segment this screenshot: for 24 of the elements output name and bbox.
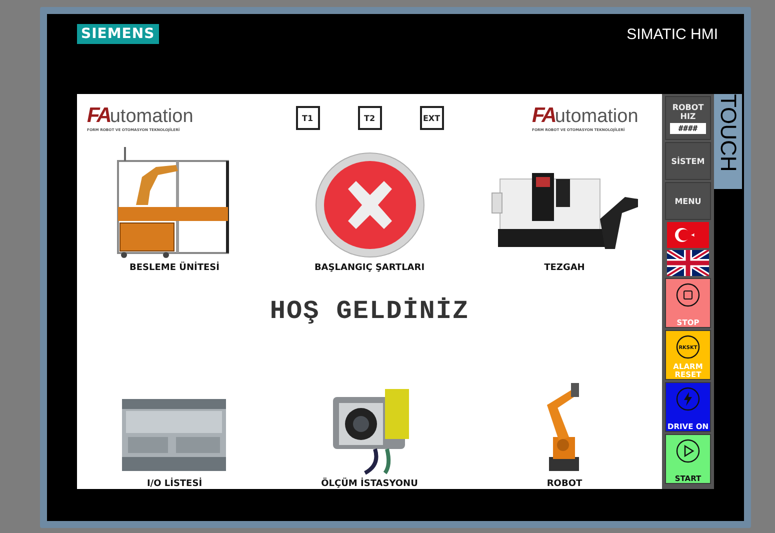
- tile-label[interactable]: ÖLÇÜM İSTASYONU: [321, 479, 418, 489]
- speed-label: ROBOT HIZ: [671, 102, 705, 120]
- play-icon: [676, 439, 700, 463]
- stop-icon: [676, 283, 700, 307]
- brand-logo: SIEMENS: [77, 24, 159, 44]
- mode-button[interactable]: T1: [296, 106, 320, 130]
- error-icon: [314, 150, 426, 259]
- touch-label: TOUCH: [714, 94, 742, 189]
- nav-button[interactable]: MENU: [665, 182, 711, 220]
- lightning-icon: [676, 387, 700, 411]
- product-name: SIMATIC HMI: [626, 26, 718, 43]
- uk-flag-icon: [667, 250, 709, 276]
- mode-button[interactable]: T2: [358, 106, 382, 130]
- tile-label[interactable]: BESLEME ÜNİTESİ: [130, 262, 220, 273]
- nav-button[interactable]: SİSTEM: [665, 142, 711, 180]
- speed-field[interactable]: ####: [670, 122, 706, 134]
- mode-button[interactable]: EXT: [420, 106, 444, 130]
- tile-label[interactable]: ROBOT: [546, 479, 582, 489]
- tile-label[interactable]: BAŞLANGIÇ ŞARTLARI: [314, 262, 425, 273]
- tile-label[interactable]: TEZGAH: [544, 262, 585, 273]
- tile-label[interactable]: I/O LİSTESİ: [146, 479, 202, 489]
- welcome-text: HOŞ GELDİNİZ: [268, 294, 470, 328]
- language-button[interactable]: [667, 250, 709, 276]
- turkish-flag-icon: [667, 222, 709, 248]
